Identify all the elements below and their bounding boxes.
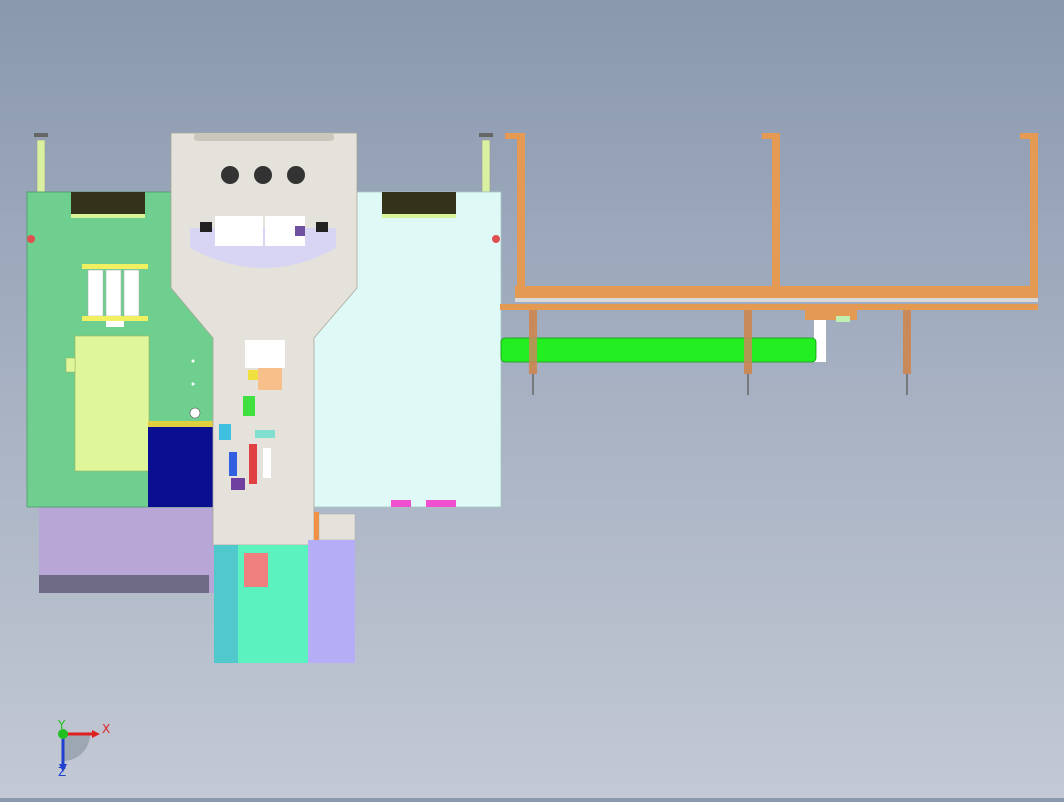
periwinkle-block xyxy=(308,540,355,663)
yellow-block xyxy=(74,335,150,472)
cyan-side-block xyxy=(214,545,238,663)
blue-block xyxy=(148,425,214,507)
left-post-2 xyxy=(481,139,491,193)
hole-3 xyxy=(287,166,305,184)
triad-z-label: Z xyxy=(58,765,67,779)
model-canvas[interactable] xyxy=(0,0,1064,798)
triad-x-label: X xyxy=(102,722,111,736)
triad-y-label: Y xyxy=(58,718,66,732)
bottom-assembly[interactable] xyxy=(214,540,355,663)
cad-viewport[interactable]: X Y Z xyxy=(0,0,1064,798)
hole-1 xyxy=(221,166,239,184)
hole-2 xyxy=(254,166,272,184)
green-tube[interactable] xyxy=(500,337,817,363)
left-post xyxy=(36,139,46,193)
